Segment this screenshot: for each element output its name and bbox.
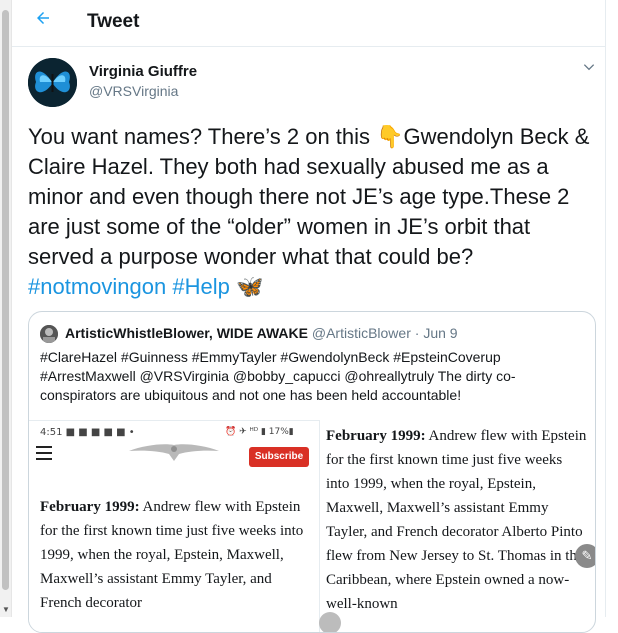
- status-time: 4:51: [40, 427, 63, 438]
- eagle-logo-icon: [124, 441, 224, 468]
- page-title: Tweet: [87, 11, 140, 32]
- scrollbar-thumb[interactable]: [2, 10, 9, 590]
- quoted-tweet[interactable]: ArtisticWhistleBlower, WIDE AWAKE @Artis…: [28, 311, 596, 633]
- hashtag-link[interactable]: #notmovingon: [28, 274, 166, 299]
- hashtag-link[interactable]: #Help: [172, 274, 229, 299]
- quoted-date[interactable]: Jun 9: [423, 325, 457, 341]
- status-bar-left: 4:51 ■ ■ ■ ■ ■ •: [40, 427, 135, 438]
- avatar[interactable]: [28, 58, 77, 107]
- column-divider: [605, 0, 606, 617]
- quoted-image-1[interactable]: 4:51 ■ ■ ■ ■ ■ • ⏰ ✈ ᴴᴰ ▮ 17%▮ Subscribe…: [29, 420, 320, 632]
- article-text: Andrew flew with Epstein for the first k…: [40, 499, 304, 611]
- scrollbar[interactable]: ▼: [0, 0, 12, 617]
- dot-separator: ·: [414, 325, 420, 341]
- author-handle[interactable]: @VRSVirginia: [89, 83, 178, 99]
- article-lead: February 1999:: [40, 499, 140, 515]
- quoted-text: #ClareHazel #Guinness #EmmyTayler #Gwend…: [40, 349, 516, 403]
- article-lead: February 1999:: [326, 428, 426, 444]
- circle-icon: [319, 612, 341, 632]
- quoted-author-name[interactable]: ArtisticWhistleBlower, WIDE AWAKE: [65, 325, 308, 341]
- author-name[interactable]: Virginia Giuffre: [89, 63, 197, 80]
- arrow-left-icon[interactable]: [34, 8, 52, 32]
- quoted-image-2[interactable]: February 1999: Andrew flew with Epstein …: [326, 420, 588, 632]
- tweet-text: You want names? There’s 2 on this 👇Gwend…: [28, 122, 600, 302]
- article-excerpt: February 1999: Andrew flew with Epstein …: [40, 495, 310, 615]
- scroll-down-arrow-icon[interactable]: ▼: [2, 605, 10, 614]
- page-header: Tweet: [12, 0, 605, 47]
- tweet-text-body: You want names? There’s 2 on this 👇Gwend…: [28, 124, 590, 269]
- notification-icons: ■ ■ ■ ■ ■ •: [65, 427, 135, 438]
- subscribe-button: Subscribe: [249, 447, 309, 467]
- pencil-icon[interactable]: ✎: [575, 544, 595, 568]
- chevron-down-icon[interactable]: [582, 60, 596, 79]
- butterfly-emoji: 🦋: [235, 274, 264, 299]
- menu-icon: [36, 446, 52, 464]
- quoted-avatar[interactable]: [40, 325, 58, 343]
- article-text: Andrew flew with Epstein for the first k…: [326, 428, 587, 612]
- quoted-header: ArtisticWhistleBlower, WIDE AWAKE @Artis…: [65, 325, 458, 341]
- status-bar-right: ⏰ ✈ ᴴᴰ ▮ 17%▮: [225, 427, 294, 437]
- quoted-author-handle[interactable]: @ArtisticBlower: [312, 325, 411, 341]
